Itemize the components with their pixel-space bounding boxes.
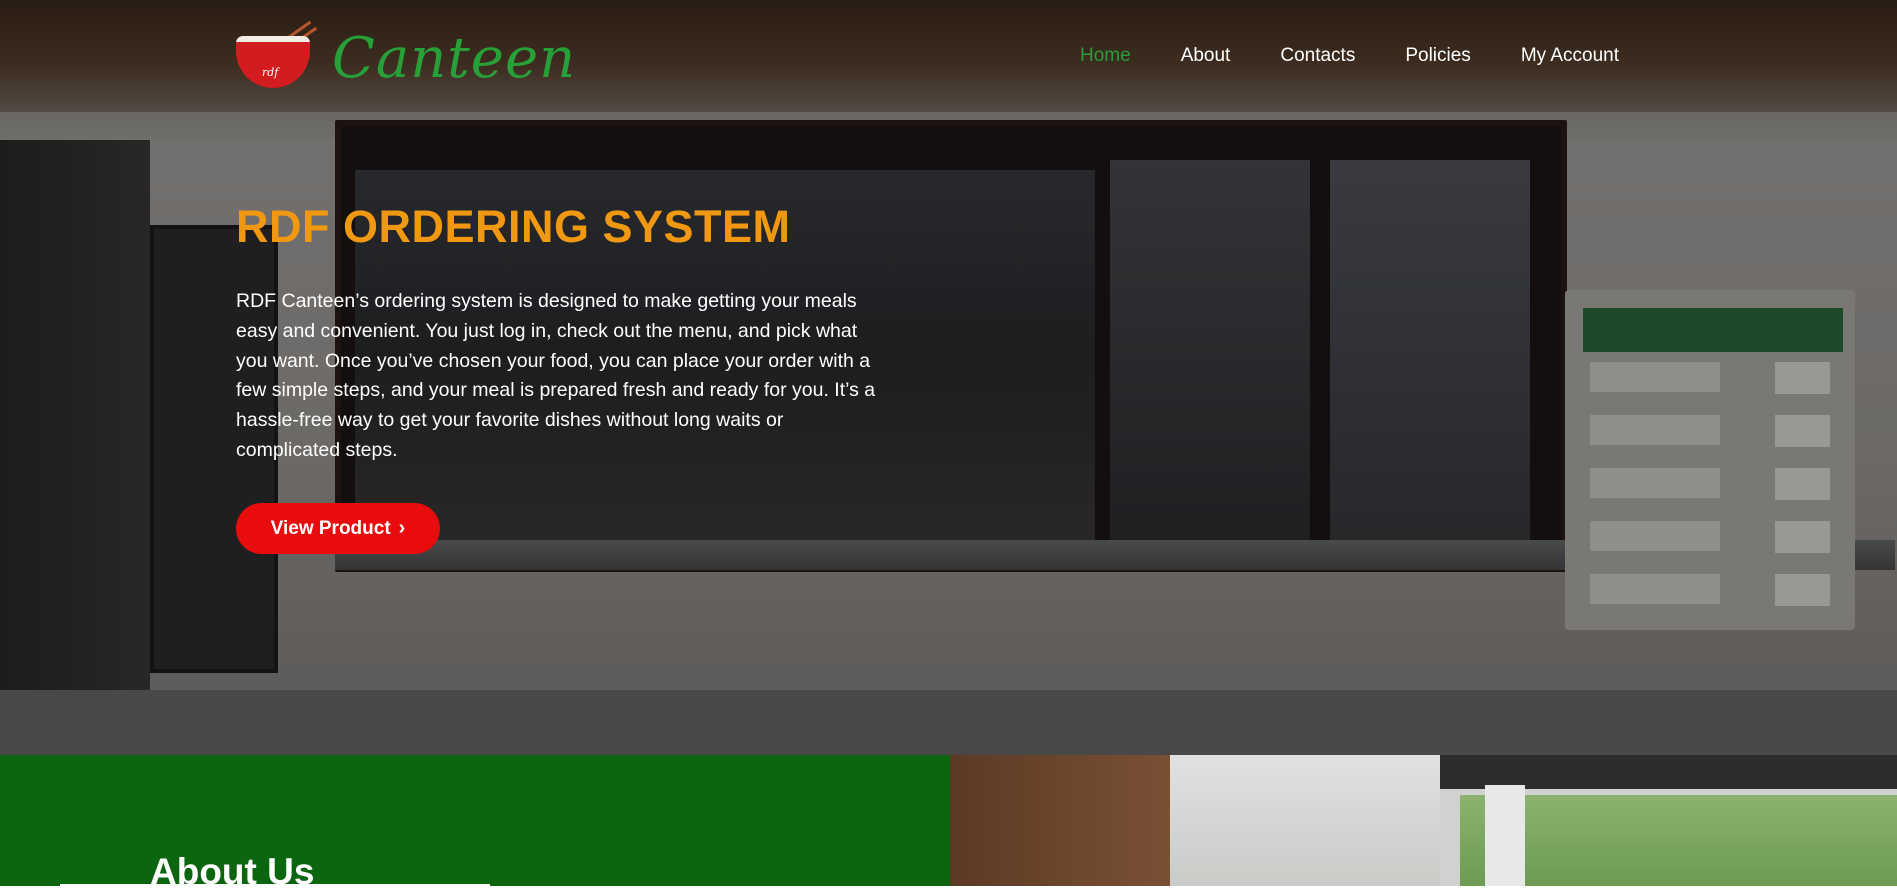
about-photo-trees bbox=[1460, 795, 1897, 886]
about-section bbox=[0, 755, 950, 886]
brand-mark: rdf bbox=[262, 66, 279, 79]
brand-name: Canteen bbox=[332, 26, 577, 91]
about-photo-wood-panel bbox=[950, 755, 1170, 886]
about-photo-wall bbox=[1170, 755, 1440, 886]
main-nav: Home About Contacts Policies My Account bbox=[1080, 44, 1619, 68]
about-title: About Us bbox=[150, 851, 315, 892]
nav-item-contacts[interactable]: Contacts bbox=[1280, 44, 1355, 68]
about-photo bbox=[950, 755, 1897, 886]
view-product-label: View Product bbox=[270, 517, 391, 539]
chevron-right-icon: › bbox=[398, 517, 406, 539]
noodle-bowl-icon bbox=[236, 42, 310, 88]
nav-item-about[interactable]: About bbox=[1181, 44, 1231, 68]
about-photo-post bbox=[1485, 785, 1525, 886]
hero-title: RDF ORDERING SYSTEM bbox=[236, 201, 791, 252]
nav-item-policies[interactable]: Policies bbox=[1405, 44, 1470, 68]
hero-description: RDF Canteen’s ordering system is designe… bbox=[236, 290, 876, 461]
nav-item-home[interactable]: Home bbox=[1080, 44, 1131, 68]
about-photo-roof-beam bbox=[1440, 755, 1897, 789]
view-product-button[interactable]: View Product › bbox=[236, 503, 440, 554]
brand-logo[interactable]: rdf Canteen bbox=[236, 20, 575, 94]
nav-item-my-account[interactable]: My Account bbox=[1521, 44, 1619, 68]
